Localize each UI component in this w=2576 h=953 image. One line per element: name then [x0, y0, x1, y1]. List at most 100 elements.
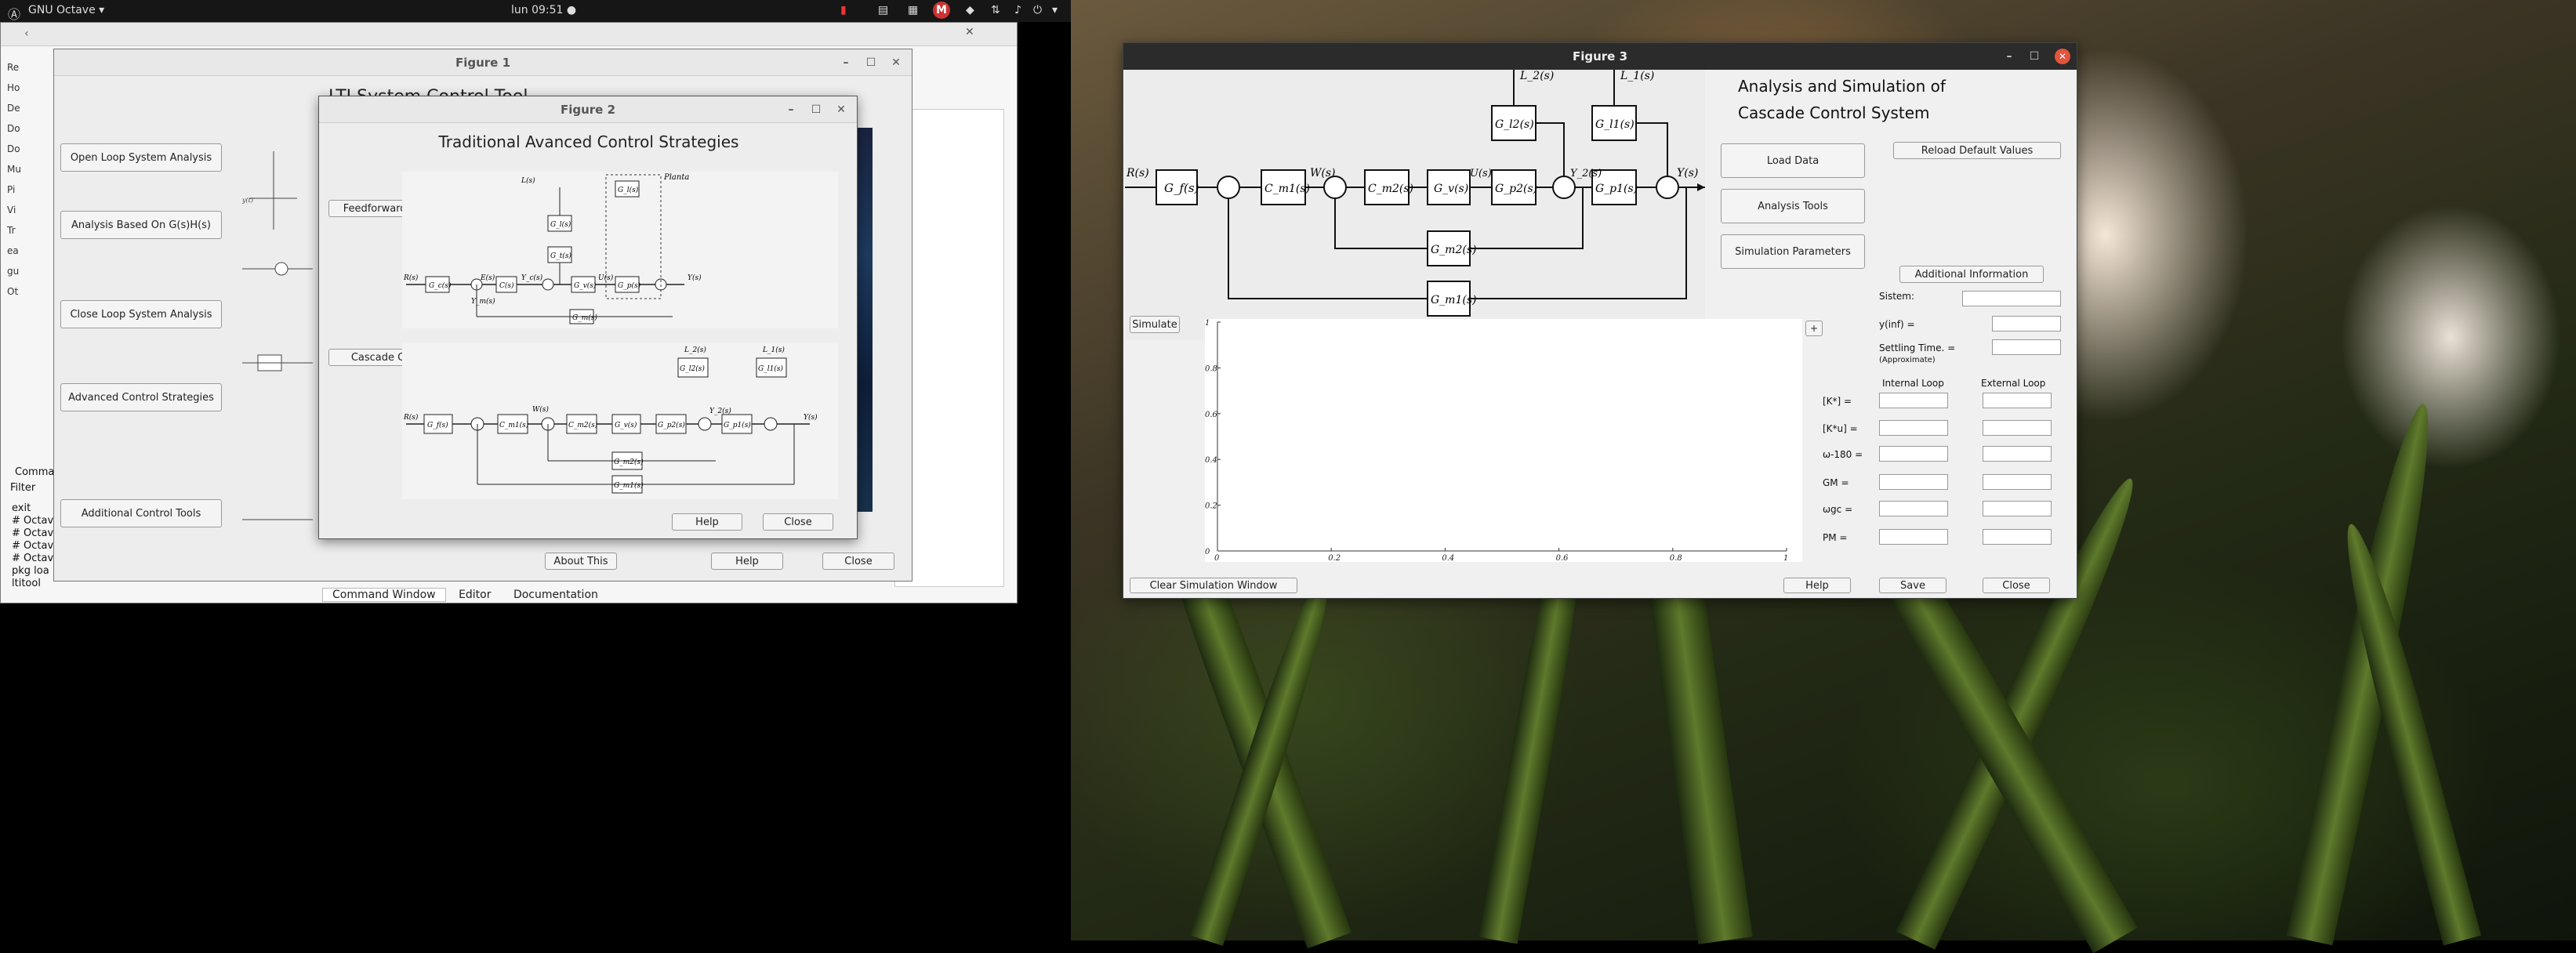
mail-icon[interactable]: M [933, 2, 950, 19]
analysis-tools-button[interactable]: Analysis Tools [1721, 189, 1865, 223]
gm-internal-field[interactable] [1879, 474, 1948, 490]
close-loop-analysis-button[interactable]: Close Loop System Analysis [60, 300, 222, 328]
k-star-internal-field[interactable] [1879, 393, 1948, 408]
close-icon[interactable]: ✕ [965, 26, 974, 38]
sidebar-item[interactable]: Pi [7, 184, 54, 205]
help-button[interactable]: Help [672, 513, 742, 531]
history-item[interactable]: # Octav [12, 540, 56, 553]
diagram-signal-label: Y(s) [804, 413, 818, 422]
close-icon[interactable]: ✕ [833, 102, 849, 118]
diagram-signal-label: L_1(s) [762, 346, 785, 354]
pm-external-field[interactable] [1983, 529, 2052, 545]
close-button[interactable]: Close [1983, 578, 2050, 593]
help-button[interactable]: Help [711, 553, 783, 570]
wgc-internal-field[interactable] [1879, 501, 1948, 516]
load-data-button[interactable]: Load Data [1721, 143, 1865, 178]
power-icon[interactable]: ⏻ [1033, 4, 1042, 16]
param-label: GM = [1823, 477, 1849, 488]
diagram-signal-label: U(s) [598, 274, 614, 282]
maximize-icon[interactable]: ☐ [2026, 49, 2042, 64]
chevron-down-icon[interactable]: ▾ [1052, 4, 1058, 16]
simulate-button[interactable]: Simulate [1130, 316, 1180, 333]
diagram-signal-label: E(s) [480, 274, 495, 282]
diagram-block-label: G_m2(s) [1431, 244, 1476, 256]
sidebar-item[interactable]: ea [7, 245, 54, 266]
activities-icon[interactable]: Ⓐ [8, 4, 20, 23]
save-button[interactable]: Save [1879, 578, 1947, 593]
app-menu[interactable]: GNU Octave ▾ [28, 4, 104, 16]
diagram-block-label: C_m1(s) [1264, 183, 1310, 195]
tab-documentation[interactable]: Documentation [504, 589, 608, 601]
additional-information-button[interactable]: Additional Information [1899, 266, 2044, 283]
close-icon[interactable]: ✕ [888, 55, 904, 71]
sidebar-item[interactable]: Do [7, 143, 54, 164]
close-button[interactable]: Close [822, 553, 894, 570]
tab-editor[interactable]: Editor [449, 589, 500, 601]
cascade-diagram-preview: G_f(s) C_m1(s) C_m2(s) G_v(s) G_p2(s) G_… [402, 342, 838, 499]
help-button[interactable]: Help [1783, 578, 1851, 593]
volume-icon[interactable]: ♪ [1014, 4, 1021, 16]
clipboard-icon[interactable]: ▦ [908, 4, 918, 16]
minimize-icon[interactable]: – [2001, 49, 2017, 64]
maximize-icon[interactable]: ☐ [808, 102, 824, 118]
minimize-icon[interactable]: – [783, 102, 799, 118]
window-title: Figure 1 [455, 56, 511, 70]
sidebar-item[interactable]: Do [7, 123, 54, 143]
w180-internal-field[interactable] [1879, 446, 1948, 462]
sidebar-item[interactable]: Ho [7, 82, 54, 103]
figure2-heading: Traditional Avanced Control Strategies [438, 132, 739, 151]
clock[interactable]: lun 09:51 ● [511, 4, 576, 16]
sidebar-item[interactable]: Mu [7, 164, 54, 184]
k-star-external-field[interactable] [1983, 393, 2052, 408]
sistem-field[interactable] [1962, 291, 2061, 306]
history-item[interactable]: # Octav [12, 553, 56, 565]
dropbox-icon[interactable]: ◆ [966, 4, 974, 16]
simulation-plot-area[interactable]: 0 0.2 0.4 0.6 0.8 1 0 0.2 0.4 0.6 0.8 1 [1205, 319, 1802, 563]
k-star-u-external-field[interactable] [1983, 420, 2052, 436]
history-item[interactable]: # Octav [12, 527, 56, 540]
y-tick-label: 0.4 [1205, 456, 1217, 465]
diagram-block-label: G_l(s) [618, 186, 639, 194]
diagram-signal-label: Y(s) [1677, 167, 1698, 179]
diagram-block-label: C_m2(s) [1368, 183, 1413, 195]
history-item[interactable]: # Octav [12, 515, 56, 527]
plus-button[interactable]: + [1805, 321, 1823, 336]
history-item[interactable]: pkg loa [12, 565, 56, 578]
sidebar-item[interactable]: De [7, 103, 54, 123]
minimize-icon[interactable]: – [838, 55, 854, 71]
analysis-gh-button[interactable]: Analysis Based On G(s)H(s) [60, 211, 222, 239]
diagram-block-label: G_f(s) [1164, 181, 1199, 195]
about-this-button[interactable]: About This [545, 553, 617, 570]
yinf-field[interactable] [1992, 316, 2061, 332]
diagram-block-label: G_p(s) [618, 281, 641, 290]
w180-external-field[interactable] [1983, 446, 2052, 462]
open-loop-analysis-button[interactable]: Open Loop System Analysis [60, 143, 222, 172]
network-icon[interactable]: ⇅ [991, 4, 1000, 16]
maximize-icon[interactable]: ☐ [863, 55, 879, 71]
clear-simulation-button[interactable]: Clear Simulation Window [1130, 578, 1297, 593]
sidebar-item[interactable]: Vi [7, 205, 54, 225]
advanced-control-button[interactable]: Advanced Control Strategies [60, 383, 222, 411]
history-item[interactable]: ltitool [12, 578, 56, 590]
additional-tools-button[interactable]: Additional Control Tools [60, 499, 222, 527]
simulation-parameters-button[interactable]: Simulation Parameters [1721, 234, 1865, 269]
wgc-external-field[interactable] [1983, 501, 2052, 516]
x-tick-label: 0 [1214, 554, 1220, 562]
diagram-signal-label: U(s) [1470, 168, 1492, 179]
close-icon[interactable]: ✕ [2055, 49, 2070, 64]
close-button[interactable]: Close [763, 513, 833, 531]
k-star-u-internal-field[interactable] [1879, 420, 1948, 436]
tab-command-window[interactable]: Command Window [322, 588, 446, 602]
sidebar-item[interactable]: Re [7, 62, 54, 82]
settling-time-field[interactable] [1992, 339, 2061, 355]
tray-icon[interactable]: ▤ [878, 4, 888, 16]
gm-external-field[interactable] [1983, 474, 2052, 490]
sidebar-item[interactable]: gu [7, 266, 54, 286]
reload-defaults-button[interactable]: Reload Default Values [1893, 142, 2061, 159]
back-icon[interactable]: ‹ [24, 27, 29, 40]
sidebar-item[interactable]: Ot [7, 286, 54, 306]
sidebar-item[interactable]: Tr [7, 225, 54, 245]
fire-icon[interactable]: ▮ [840, 4, 847, 16]
history-item[interactable]: exit [12, 502, 56, 515]
pm-internal-field[interactable] [1879, 529, 1948, 545]
